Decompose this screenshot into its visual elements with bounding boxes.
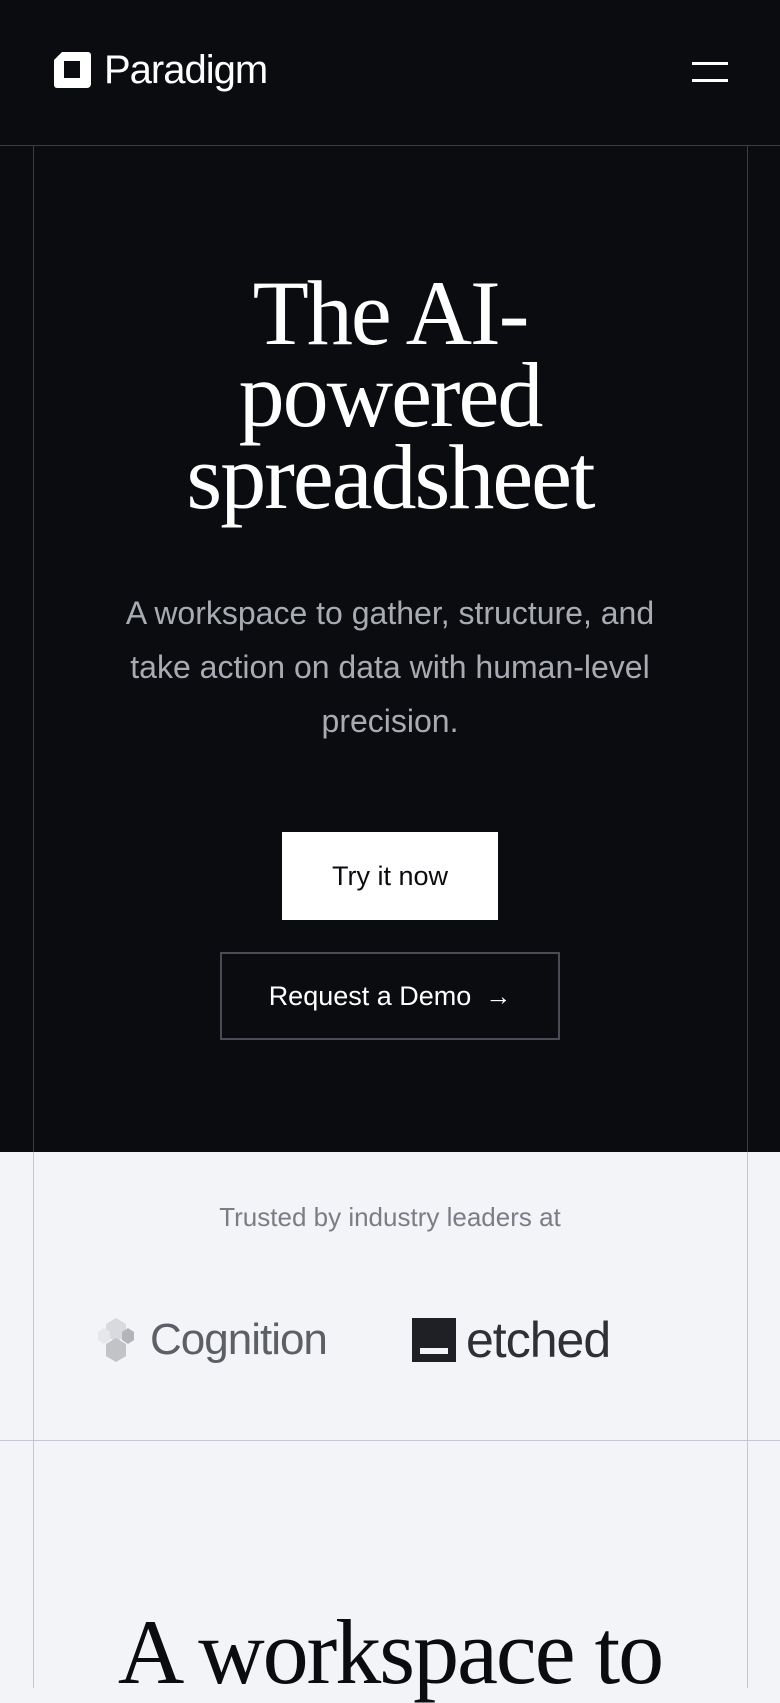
hero-title-line-3: spreadsheet <box>186 426 595 528</box>
customer-logo-cognition: Cognition <box>96 1312 328 1368</box>
cognition-logo-text: Cognition <box>150 1315 328 1364</box>
request-demo-label: Request a Demo <box>268 980 472 1011</box>
etched-logo-text: etched <box>466 1312 611 1368</box>
try-it-now-label: Try it now <box>331 860 448 891</box>
trusted-by-label: Trusted by industry leaders at <box>219 1202 561 1232</box>
arrow-right-icon: → <box>485 980 512 1011</box>
section-divider <box>0 1440 780 1441</box>
customer-logo-etched: etched <box>412 1312 611 1368</box>
brand-logo-link[interactable]: Paradigm <box>52 48 268 92</box>
cognition-logo-icon <box>98 1318 134 1362</box>
hero-subtitle: A workspace to gather, structure, and ta… <box>125 595 655 739</box>
paradigm-logo-icon <box>54 52 91 88</box>
workspace-section-title: A workspace to <box>117 1601 664 1703</box>
try-it-now-button[interactable]: Try it now <box>282 832 498 920</box>
hero-title: The AI- powered spreadsheet <box>0 267 780 523</box>
etched-logo-icon <box>412 1318 456 1362</box>
request-demo-button[interactable]: Request a Demo → <box>220 952 560 1040</box>
brand-name: Paradigm <box>104 48 268 92</box>
hamburger-menu-icon[interactable] <box>690 58 730 88</box>
